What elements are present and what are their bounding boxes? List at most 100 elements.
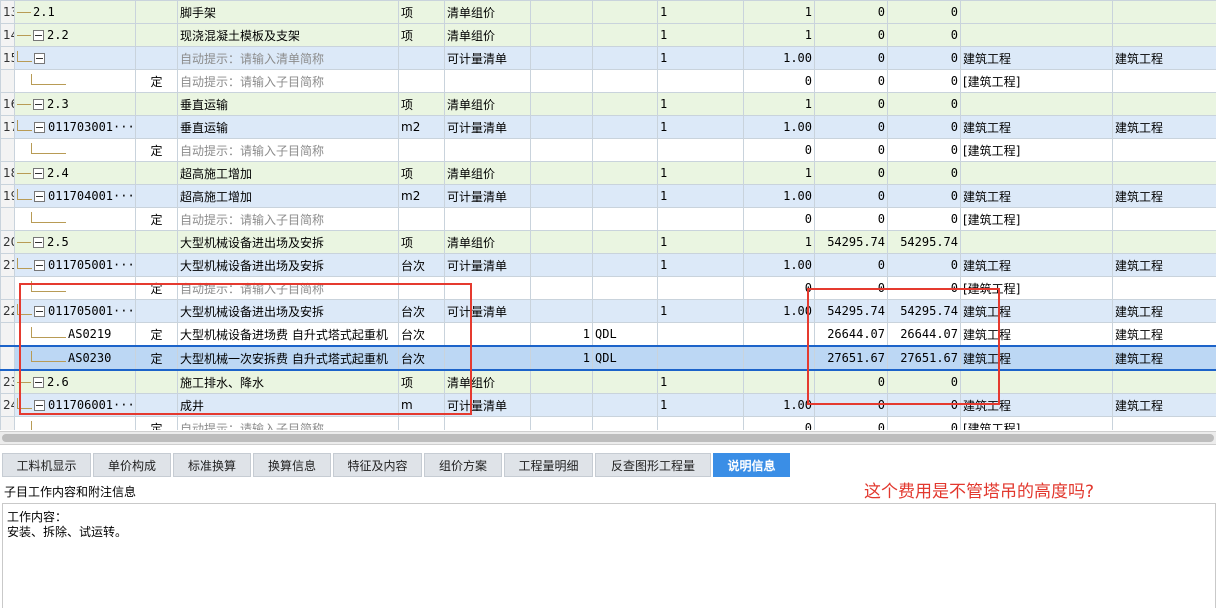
item-amount[interactable]: 1.00 <box>744 254 815 277</box>
item-factor[interactable]: 1 <box>658 116 744 139</box>
item-unit[interactable]: 项 <box>399 231 445 254</box>
item-quantity[interactable] <box>531 300 593 323</box>
item-amount[interactable]: 0 <box>744 139 815 162</box>
item-expression[interactable] <box>593 370 658 394</box>
item-category[interactable] <box>961 24 1113 47</box>
item-kind[interactable]: 定 <box>136 139 178 162</box>
item-type[interactable] <box>445 70 531 93</box>
item-unit-price[interactable]: 0 <box>815 47 888 70</box>
item-amount[interactable]: 1.00 <box>744 394 815 417</box>
item-quantity[interactable] <box>531 47 593 70</box>
item-type[interactable]: 清单组价 <box>445 231 531 254</box>
item-code[interactable]: 011703001··· <box>15 116 136 139</box>
item-quantity[interactable] <box>531 185 593 208</box>
item-expression[interactable] <box>593 24 658 47</box>
item-specialty[interactable] <box>1113 70 1216 93</box>
item-specialty[interactable] <box>1113 162 1216 185</box>
item-expression[interactable] <box>593 300 658 323</box>
item-quantity[interactable] <box>531 139 593 162</box>
item-factor[interactable]: 1 <box>658 47 744 70</box>
item-unit[interactable] <box>399 417 445 431</box>
item-unit-price[interactable]: 54295.74 <box>815 231 888 254</box>
item-name[interactable]: 自动提示：请输入清单简称 <box>178 47 399 70</box>
item-factor[interactable] <box>658 208 744 231</box>
item-expression[interactable] <box>593 231 658 254</box>
collapse-icon[interactable] <box>34 260 45 271</box>
item-unit[interactable] <box>399 139 445 162</box>
item-category[interactable]: [建筑工程] <box>961 70 1113 93</box>
item-name[interactable]: 自动提示：请输入子目简称 <box>178 139 399 162</box>
scrollbar-thumb[interactable] <box>2 434 1214 442</box>
item-kind[interactable]: 定 <box>136 208 178 231</box>
item-unit-price[interactable]: 0 <box>815 254 888 277</box>
item-quantity[interactable] <box>531 1 593 24</box>
item-specialty[interactable]: 建筑工程 <box>1113 394 1216 417</box>
item-type[interactable]: 可计量清单 <box>445 47 531 70</box>
item-type[interactable]: 可计量清单 <box>445 185 531 208</box>
collapse-icon[interactable] <box>33 237 44 248</box>
item-specialty[interactable] <box>1113 1 1216 24</box>
item-expression[interactable] <box>593 208 658 231</box>
item-unit[interactable]: m2 <box>399 116 445 139</box>
item-amount[interactable]: 0 <box>744 208 815 231</box>
item-expression[interactable] <box>593 1 658 24</box>
item-total[interactable]: 0 <box>888 208 961 231</box>
item-amount[interactable]: 1.00 <box>744 116 815 139</box>
item-expression[interactable] <box>593 70 658 93</box>
item-specialty[interactable]: 建筑工程 <box>1113 346 1216 370</box>
item-amount[interactable]: 0 <box>744 277 815 300</box>
horizontal-scrollbar[interactable] <box>0 431 1216 445</box>
item-expression[interactable] <box>593 254 658 277</box>
tab-standard-conversion[interactable]: 标准换算 <box>173 453 251 477</box>
item-type[interactable]: 清单组价 <box>445 93 531 116</box>
item-kind[interactable] <box>136 116 178 139</box>
item-amount[interactable]: 1 <box>744 1 815 24</box>
collapse-icon[interactable] <box>33 99 44 110</box>
item-kind[interactable] <box>136 162 178 185</box>
item-name[interactable]: 大型机械设备进出场及安拆 <box>178 231 399 254</box>
item-amount[interactable]: 1 <box>744 93 815 116</box>
item-amount[interactable]: 1 <box>744 24 815 47</box>
item-type[interactable]: 可计量清单 <box>445 116 531 139</box>
item-code[interactable]: 2.1 <box>15 1 136 24</box>
item-unit[interactable] <box>399 208 445 231</box>
info-text-area[interactable]: 工作内容： 安装、拆除、试运转。 <box>2 503 1216 608</box>
item-unit-price[interactable]: 0 <box>815 139 888 162</box>
table-row[interactable]: 202.5大型机械设备进出场及安拆项清单组价1154295.7454295.74 <box>1 231 1216 254</box>
item-specialty[interactable] <box>1113 93 1216 116</box>
item-amount[interactable] <box>744 323 815 347</box>
item-kind[interactable] <box>136 185 178 208</box>
table-row[interactable]: 15自动提示：请输入清单简称可计量清单11.0000建筑工程建筑工程 <box>1 47 1216 70</box>
item-total[interactable]: 0 <box>888 24 961 47</box>
item-specialty[interactable]: 建筑工程 <box>1113 47 1216 70</box>
item-quantity[interactable] <box>531 162 593 185</box>
collapse-icon[interactable] <box>34 122 45 133</box>
item-category[interactable] <box>961 162 1113 185</box>
table-row[interactable]: 定自动提示：请输入子目简称000[建筑工程] <box>1 139 1216 162</box>
item-name[interactable]: 自动提示：请输入子目简称 <box>178 417 399 431</box>
item-amount[interactable]: 1.00 <box>744 47 815 70</box>
item-category[interactable] <box>961 231 1113 254</box>
item-code[interactable]: 011705001··· <box>15 254 136 277</box>
item-category[interactable]: [建筑工程] <box>961 417 1113 431</box>
collapse-icon[interactable] <box>33 30 44 41</box>
item-specialty[interactable] <box>1113 277 1216 300</box>
item-quantity[interactable] <box>531 417 593 431</box>
item-expression[interactable]: QDL <box>593 346 658 370</box>
table-row[interactable]: 定自动提示：请输入子目简称000[建筑工程] <box>1 208 1216 231</box>
tab-material-display[interactable]: 工料机显示 <box>2 453 91 477</box>
item-amount[interactable]: 1 <box>744 162 815 185</box>
item-specialty[interactable] <box>1113 208 1216 231</box>
item-specialty[interactable] <box>1113 139 1216 162</box>
item-type[interactable] <box>445 417 531 431</box>
item-factor[interactable]: 1 <box>658 300 744 323</box>
item-specialty[interactable]: 建筑工程 <box>1113 185 1216 208</box>
item-kind[interactable] <box>136 231 178 254</box>
table-row[interactable]: 定自动提示：请输入子目简称000[建筑工程] <box>1 70 1216 93</box>
item-quantity[interactable] <box>531 394 593 417</box>
item-code[interactable]: 011704001··· <box>15 185 136 208</box>
tab-unit-price[interactable]: 单价构成 <box>93 453 171 477</box>
tab-quantity-detail[interactable]: 工程量明细 <box>504 453 593 477</box>
item-total[interactable]: 0 <box>888 93 961 116</box>
item-category[interactable]: 建筑工程 <box>961 116 1113 139</box>
